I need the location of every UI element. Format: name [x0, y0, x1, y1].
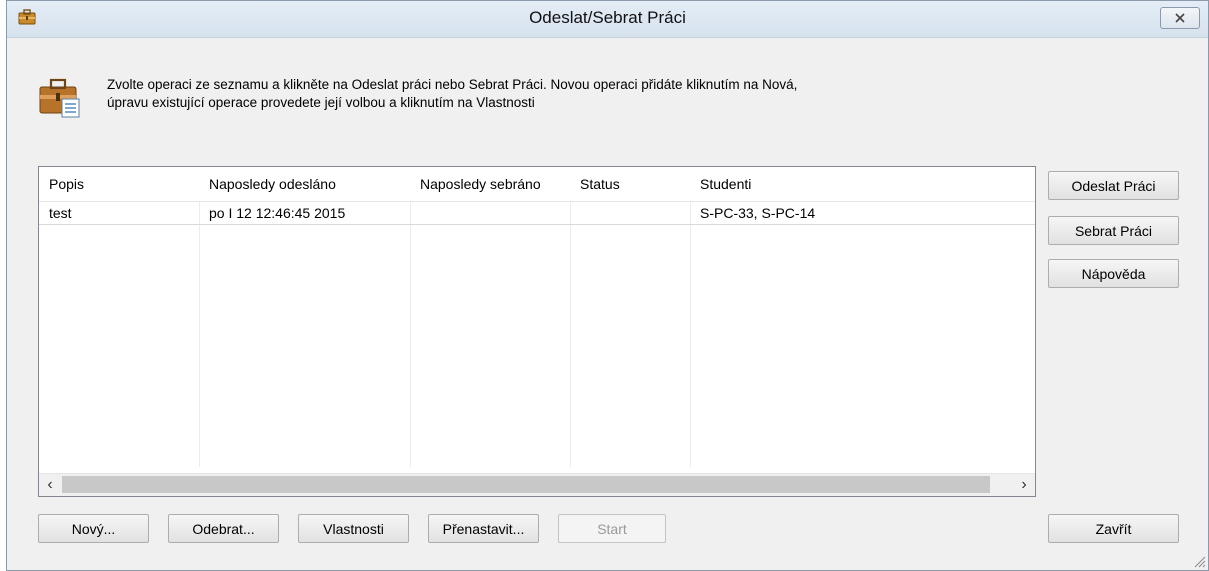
table-row[interactable]: test po I 12 12:46:45 2015 S-PC-33, S-PC… [39, 202, 1035, 225]
reset-button[interactable]: Přenastavit... [428, 514, 539, 543]
instructions-line-1: Zvolte operaci ze seznamu a klikněte na … [107, 77, 798, 92]
dialog-content: Zvolte operaci ze seznamu a klikněte na … [7, 38, 1208, 570]
remove-button[interactable]: Odebrat... [168, 514, 279, 543]
start-button[interactable]: Start [558, 514, 666, 543]
instructions-text: Zvolte operaci ze seznamu a klikněte na … [107, 76, 1007, 112]
collect-work-button[interactable]: Sebrat Práci [1048, 216, 1179, 245]
list-header: Popis Naposledy odesláno Naposledy sebrá… [39, 167, 1035, 202]
instructions-line-2: úpravu existující operace provedete její… [107, 95, 535, 110]
dialog-window: Odeslat/Sebrat Práci Zvolte operaci ze s… [6, 0, 1209, 571]
scroll-right-icon[interactable]: › [1013, 474, 1035, 496]
column-header-popis[interactable]: Popis [49, 176, 84, 192]
close-dialog-button[interactable]: Zavřít [1048, 514, 1179, 543]
horizontal-scrollbar[interactable]: ‹ › [39, 473, 1035, 496]
cell-popis: test [49, 205, 72, 221]
close-icon [1175, 13, 1185, 23]
column-header-last-collected[interactable]: Naposledy sebráno [420, 176, 541, 192]
column-header-status[interactable]: Status [580, 176, 620, 192]
title-bar[interactable]: Odeslat/Sebrat Práci [7, 1, 1208, 38]
scrollbar-thumb[interactable] [62, 476, 990, 493]
scroll-left-icon[interactable]: ‹ [39, 474, 61, 496]
column-header-students[interactable]: Studenti [700, 176, 751, 192]
briefcase-document-icon [39, 78, 80, 118]
column-header-last-sent[interactable]: Naposledy odesláno [209, 176, 336, 192]
send-work-button[interactable]: Odeslat Práci [1048, 171, 1179, 200]
properties-button[interactable]: Vlastnosti [298, 514, 409, 543]
operations-list[interactable]: Popis Naposledy odesláno Naposledy sebrá… [38, 166, 1036, 497]
cell-students: S-PC-33, S-PC-14 [700, 205, 816, 221]
help-button[interactable]: Nápověda [1048, 259, 1179, 288]
resize-grip-icon[interactable] [1192, 554, 1206, 568]
close-button[interactable] [1160, 7, 1200, 29]
cell-last-sent: po I 12 12:46:45 2015 [209, 205, 346, 221]
window-title: Odeslat/Sebrat Práci [529, 8, 686, 27]
new-button[interactable]: Nový... [38, 514, 149, 543]
